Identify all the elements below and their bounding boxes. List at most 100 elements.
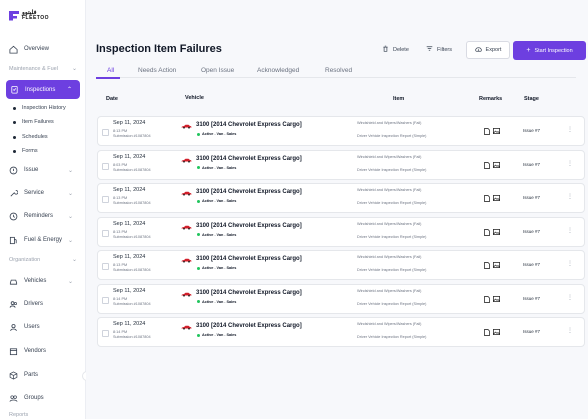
chevron-down-icon[interactable]: ⌄ bbox=[72, 256, 77, 263]
table-row[interactable]: Sep 11, 2024 8:13 PM Submission #1087804… bbox=[97, 216, 585, 247]
sidebar-item-fuel-energy[interactable]: Fuel & Energy ⌄ bbox=[9, 232, 81, 248]
tab-open-issue[interactable]: Open Issue bbox=[201, 67, 234, 74]
brand-logo[interactable]: فليتوو FLEETOO bbox=[9, 10, 49, 21]
more-options-icon[interactable]: ⋮ bbox=[567, 126, 573, 133]
more-options-icon[interactable]: ⋮ bbox=[567, 227, 573, 234]
table-row[interactable]: Sep 11, 2024 8:13 PM Submission #1087804… bbox=[97, 116, 585, 146]
image-icon[interactable] bbox=[493, 262, 500, 269]
sidebar-item-groups[interactable]: Groups bbox=[9, 390, 81, 406]
inspection-form[interactable]: Driver Vehicle Inspection Report (Simple… bbox=[357, 134, 426, 138]
image-icon[interactable] bbox=[493, 128, 500, 135]
table-row[interactable]: Sep 11, 2024 8:03 PM Submission #1087804… bbox=[97, 149, 585, 180]
vehicle-name[interactable]: 3100 [2014 Chevrolet Express Cargo] bbox=[196, 189, 302, 195]
inspection-form[interactable]: Driver Vehicle Inspection Report (Simple… bbox=[357, 201, 426, 205]
vehicle-name[interactable]: 3100 [2014 Chevrolet Express Cargo] bbox=[196, 256, 302, 262]
row-checkbox[interactable] bbox=[102, 296, 109, 304]
table-row[interactable]: Sep 11, 2024 8:13 PM Submission #1087804… bbox=[97, 183, 585, 213]
vehicle-name[interactable]: 3100 [2014 Chevrolet Express Cargo] bbox=[196, 156, 302, 162]
tab-acknowledged[interactable]: Acknowledged bbox=[257, 67, 299, 74]
document-icon[interactable] bbox=[484, 195, 490, 202]
inspection-form[interactable]: Driver Vehicle Inspection Report (Simple… bbox=[357, 268, 426, 272]
column-header-remarks[interactable]: Remarks bbox=[479, 96, 502, 102]
failed-item[interactable]: Windshield and Wipers/Washers (Fail) bbox=[357, 188, 421, 192]
sidebar-item-vendors[interactable]: Vendors bbox=[9, 343, 81, 359]
row-submission[interactable]: Submission #1087804 bbox=[113, 201, 151, 205]
chevron-down-icon[interactable]: ⌄ bbox=[72, 65, 77, 72]
document-icon[interactable] bbox=[484, 329, 490, 336]
inspection-form[interactable]: Driver Vehicle Inspection Report (Simple… bbox=[357, 335, 426, 339]
sidebar-item-parts[interactable]: Parts bbox=[9, 367, 81, 383]
image-icon[interactable] bbox=[493, 228, 500, 236]
row-submission[interactable]: Submission #1087804 bbox=[113, 335, 151, 339]
more-options-icon[interactable]: ⋮ bbox=[567, 327, 573, 334]
sidebar-item-vehicles[interactable]: Vehicles ⌄ bbox=[9, 273, 81, 289]
document-icon[interactable] bbox=[484, 128, 490, 135]
sidebar-subitem-forms[interactable]: Forms bbox=[13, 148, 38, 154]
table-row[interactable]: Sep 11, 2024 8:14 PM Submission #1087804… bbox=[97, 283, 585, 314]
sidebar-item-drivers[interactable]: Drivers bbox=[9, 296, 81, 312]
document-icon[interactable] bbox=[484, 228, 490, 236]
issue-link[interactable]: Issue #7 bbox=[523, 162, 540, 167]
tab-all[interactable]: All bbox=[107, 67, 114, 74]
sidebar-item-overview[interactable]: Overview bbox=[9, 41, 81, 57]
vehicle-name[interactable]: 3100 [2014 Chevrolet Express Cargo] bbox=[196, 323, 302, 329]
sidebar-item-reminders[interactable]: Reminders ⌄ bbox=[9, 208, 81, 224]
sidebar-subitem-schedules[interactable]: Schedules bbox=[13, 134, 48, 140]
inspection-form[interactable]: Driver Vehicle Inspection Report (Simple… bbox=[357, 302, 426, 306]
issue-link[interactable]: Issue #7 bbox=[523, 296, 540, 301]
tab-resolved[interactable]: Resolved bbox=[325, 67, 352, 74]
row-submission[interactable]: Submission #1087804 bbox=[113, 235, 151, 239]
more-options-icon[interactable]: ⋮ bbox=[567, 260, 573, 267]
export-button[interactable]: Export bbox=[466, 41, 510, 59]
vehicle-name[interactable]: 3100 [2014 Chevrolet Express Cargo] bbox=[196, 290, 302, 296]
inspection-form[interactable]: Driver Vehicle Inspection Report (Simple… bbox=[357, 235, 426, 239]
row-submission[interactable]: Submission #1087804 bbox=[113, 168, 151, 172]
row-checkbox[interactable] bbox=[102, 263, 109, 270]
column-header-stage[interactable]: Stage bbox=[524, 96, 539, 102]
failed-item[interactable]: Windshield and Wipers/Washers (Fail) bbox=[357, 289, 421, 293]
table-row[interactable]: Sep 11, 2024 8:13 PM Submission #1087804… bbox=[97, 250, 585, 280]
row-submission[interactable]: Submission #1087804 bbox=[113, 134, 151, 138]
delete-button[interactable]: Delete bbox=[382, 45, 409, 54]
tab-needs-action[interactable]: Needs Action bbox=[138, 67, 176, 74]
row-checkbox[interactable] bbox=[102, 229, 109, 237]
more-options-icon[interactable]: ⋮ bbox=[567, 294, 573, 301]
inspection-form[interactable]: Driver Vehicle Inspection Report (Simple… bbox=[357, 168, 426, 172]
row-checkbox[interactable] bbox=[102, 330, 109, 337]
table-row[interactable]: Sep 11, 2024 8:14 PM Submission #1087804… bbox=[97, 317, 585, 347]
failed-item[interactable]: Windshield and Wipers/Washers (Fail) bbox=[357, 322, 421, 326]
issue-link[interactable]: Issue #7 bbox=[523, 128, 540, 133]
document-icon[interactable] bbox=[484, 295, 490, 303]
sidebar-subitem-item-failures[interactable]: Item Failures bbox=[13, 119, 54, 125]
column-header-vehicle[interactable]: Vehicle bbox=[185, 95, 204, 101]
issue-link[interactable]: Issue #7 bbox=[523, 329, 540, 334]
row-checkbox[interactable] bbox=[102, 196, 109, 203]
failed-item[interactable]: Windshield and Wipers/Washers (Fail) bbox=[357, 155, 421, 159]
issue-link[interactable]: Issue #7 bbox=[523, 229, 540, 234]
filters-button[interactable]: Filters bbox=[426, 45, 452, 54]
sidebar-subitem-inspection-history[interactable]: Inspection History bbox=[13, 105, 66, 111]
row-checkbox[interactable] bbox=[102, 129, 109, 136]
row-submission[interactable]: Submission #1087804 bbox=[113, 302, 151, 306]
more-options-icon[interactable]: ⋮ bbox=[567, 193, 573, 200]
issue-link[interactable]: Issue #7 bbox=[523, 262, 540, 267]
image-icon[interactable] bbox=[493, 195, 500, 202]
sidebar-item-service[interactable]: Service ⌄ bbox=[9, 185, 81, 201]
document-icon[interactable] bbox=[484, 262, 490, 269]
sidebar-item-users[interactable]: Users bbox=[9, 319, 81, 335]
failed-item[interactable]: Windshield and Wipers/Washers (Fail) bbox=[357, 121, 421, 125]
column-header-item[interactable]: Item bbox=[393, 96, 404, 102]
start-inspection-button[interactable]: + Start Inspection bbox=[513, 41, 586, 60]
row-checkbox[interactable] bbox=[102, 162, 109, 170]
vehicle-name[interactable]: 3100 [2014 Chevrolet Express Cargo] bbox=[196, 223, 302, 229]
sidebar-item-inspections[interactable]: Inspections ⌃ bbox=[6, 80, 80, 99]
issue-link[interactable]: Issue #7 bbox=[523, 195, 540, 200]
more-options-icon[interactable]: ⋮ bbox=[567, 160, 573, 167]
row-submission[interactable]: Submission #1087804 bbox=[113, 268, 151, 272]
failed-item[interactable]: Windshield and Wipers/Washers (Fail) bbox=[357, 222, 421, 226]
vehicle-name[interactable]: 3100 [2014 Chevrolet Express Cargo] bbox=[196, 122, 302, 128]
sidebar-item-issue[interactable]: Issue ⌄ bbox=[9, 162, 81, 178]
image-icon[interactable] bbox=[493, 161, 500, 169]
failed-item[interactable]: Windshield and Wipers/Washers (Fail) bbox=[357, 255, 421, 259]
document-icon[interactable] bbox=[484, 161, 490, 169]
